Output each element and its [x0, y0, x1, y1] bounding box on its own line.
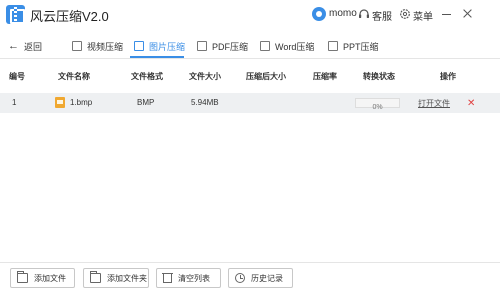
nav-bar: ← 返回 视频压缩 图片压缩 PDF压缩 Word压缩 PPT压缩: [0, 34, 500, 59]
headset-icon[interactable]: [358, 8, 370, 20]
tab-label: 图片压缩: [149, 41, 186, 52]
add-folder-label: 添加文件夹: [107, 273, 147, 283]
title-bar: 风云压缩V2.0 momo 客服 菜单: [0, 0, 500, 30]
delete-icon[interactable]: ✕: [467, 98, 475, 109]
close-button[interactable]: [460, 6, 476, 22]
active-tab-indicator: [130, 56, 184, 58]
folder-icon: [90, 271, 101, 283]
video-icon: [72, 41, 82, 51]
arrow-left-icon: ←: [8, 40, 19, 52]
bottom-toolbar: 添加文件 添加文件夹 清空列表 历史记录: [0, 262, 500, 292]
header-actions: 操作: [440, 72, 456, 81]
history-label: 历史记录: [251, 273, 283, 283]
add-folder-button[interactable]: 添加文件夹: [83, 268, 149, 288]
clear-list-button[interactable]: 清空列表: [156, 268, 221, 288]
row-file-name: 1.bmp: [70, 98, 93, 107]
row-file-format: BMP: [137, 98, 155, 107]
trash-icon: [162, 273, 173, 283]
tab-word-compress[interactable]: Word压缩: [260, 38, 314, 54]
tab-label: PDF压缩: [212, 41, 249, 52]
gear-icon[interactable]: [399, 8, 411, 20]
header-ratio: 压缩率: [313, 72, 337, 81]
app-title: 风云压缩V2.0: [30, 9, 109, 24]
table-row[interactable]: 1 1.bmp BMP 5.94MB 0% 打开文件 ✕: [0, 93, 500, 113]
app-logo-icon: [6, 5, 25, 24]
header-file-format: 文件格式: [131, 72, 163, 81]
tab-image-compress[interactable]: 图片压缩: [134, 38, 185, 54]
back-label: 返回: [24, 41, 43, 52]
service-button[interactable]: 客服: [372, 8, 392, 23]
open-file-link[interactable]: 打开文件: [418, 98, 450, 109]
clock-icon: [235, 273, 245, 283]
image-file-icon: [55, 97, 65, 108]
add-file-button[interactable]: 添加文件: [10, 268, 75, 288]
tab-pdf-compress[interactable]: PDF压缩: [197, 38, 248, 54]
back-button[interactable]: ← 返回: [8, 38, 42, 54]
clear-list-label: 清空列表: [178, 273, 210, 283]
header-compressed-size: 压缩后大小: [246, 72, 286, 81]
folder-icon: [17, 271, 28, 283]
ppt-icon: [328, 41, 338, 51]
tab-ppt-compress[interactable]: PPT压缩: [328, 38, 379, 54]
header-file-size: 文件大小: [189, 72, 221, 81]
tab-label: PPT压缩: [343, 41, 379, 52]
pdf-icon: [197, 41, 207, 51]
user-avatar-icon[interactable]: [312, 7, 326, 21]
user-name[interactable]: momo: [329, 8, 357, 19]
progress-text: 0%: [372, 104, 383, 111]
row-file-size: 5.94MB: [191, 98, 219, 107]
add-file-label: 添加文件: [34, 273, 66, 283]
conversion-progress-bar: 0%: [355, 98, 400, 111]
header-file-name: 文件名称: [58, 72, 90, 81]
tab-label: 视频压缩: [87, 41, 124, 52]
row-index: 1: [12, 98, 17, 107]
history-button[interactable]: 历史记录: [228, 268, 293, 288]
header-index: 编号: [9, 72, 25, 81]
word-icon: [260, 41, 270, 51]
header-status: 转换状态: [363, 72, 395, 81]
image-icon: [134, 41, 144, 51]
minimize-button[interactable]: [439, 6, 455, 22]
table-header: 编号 文件名称 文件格式 文件大小 压缩后大小 压缩率 转换状态 操作: [0, 66, 500, 86]
menu-button[interactable]: 菜单: [413, 8, 433, 23]
tab-video-compress[interactable]: 视频压缩: [72, 38, 123, 54]
tab-label: Word压缩: [275, 41, 315, 52]
